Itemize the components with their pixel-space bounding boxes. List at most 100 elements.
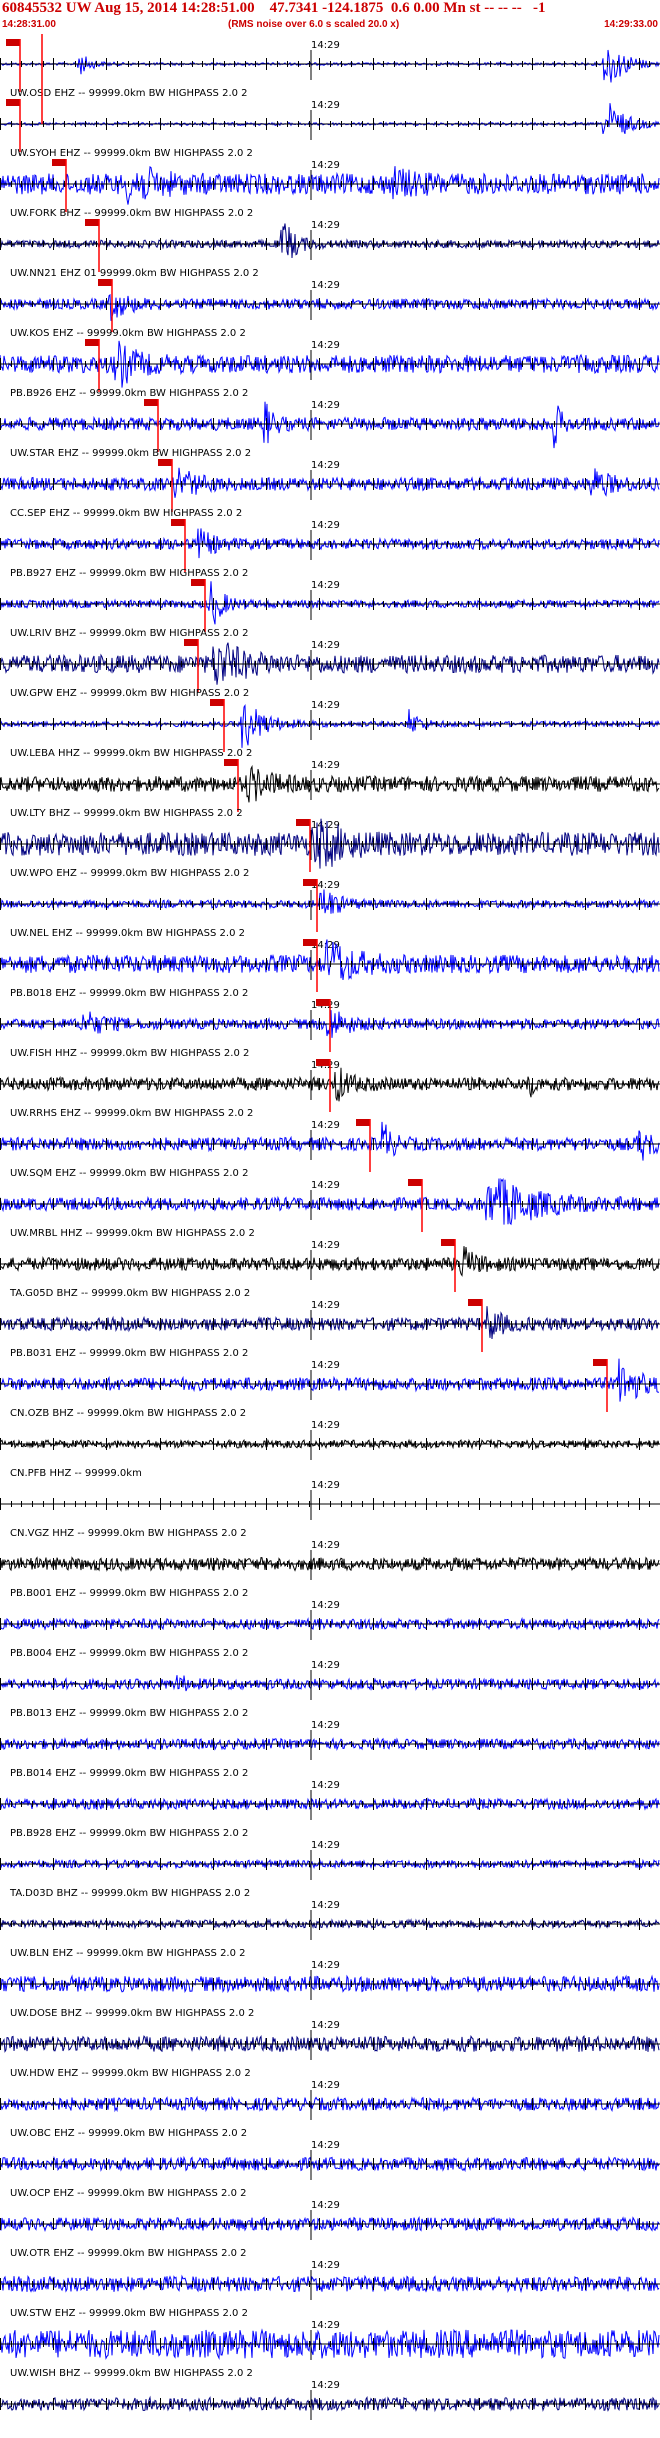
trace-label: PB.B004 EHZ -- 99999.0km BW HIGHPASS 2.0…: [10, 1648, 248, 1659]
minute-label: 14:29: [311, 1780, 340, 1791]
waveform: [0, 293, 660, 321]
trace-label: UW.LRIV BHZ -- 99999.0km BW HIGHPASS 2.0…: [10, 628, 248, 639]
trace-row: UW.SQM EHZ -- 99999.0km BW HIGHPASS 2.0 …: [0, 1168, 660, 1232]
trace-label: UW.WPO EHZ -- 99999.0km BW HIGHPASS 2.0 …: [10, 868, 249, 879]
pick-marker: [224, 759, 238, 766]
trace-label: UW.KOS EHZ -- 99999.0km BW HIGHPASS 2.0 …: [10, 328, 246, 339]
trace-label: PB.B001 EHZ -- 99999.0km BW HIGHPASS 2.0…: [10, 1588, 248, 1599]
pick-marker: [171, 519, 185, 526]
trace-label: UW.RRHS EHZ -- 99999.0km BW HIGHPASS 2.0…: [10, 1108, 253, 1119]
minute-label: 14:29: [311, 1480, 340, 1491]
trace-label: UW.OBC EHZ -- 99999.0km BW HIGHPASS 2.0 …: [10, 2128, 247, 2139]
pick-marker: [191, 579, 205, 586]
trace-row: CN.PFB HHZ -- 99999.0km 14:29: [0, 1468, 660, 1520]
trace-label: UW.FORK BHZ -- 99999.0km BW HIGHPASS 2.0…: [10, 208, 253, 219]
pick-marker: [85, 219, 99, 226]
pick-marker: [144, 399, 158, 406]
trace-row: UW.OSD EHZ -- 99999.0km BW HIGHPASS 2.0 …: [0, 88, 660, 152]
minute-label: 14:29: [311, 820, 340, 831]
trace-label: UW.HDW EHZ -- 99999.0km BW HIGHPASS 2.0 …: [10, 2068, 251, 2079]
trace-label: UW.LEBA HHZ -- 99999.0km BW HIGHPASS 2.0…: [10, 748, 252, 759]
pick-marker: [98, 279, 112, 286]
minute-label: 14:29: [311, 400, 340, 411]
trace-row: UW.OTR EHZ -- 99999.0km BW HIGHPASS 2.0 …: [0, 2248, 660, 2300]
trace-row: PB.B926 EHZ -- 99999.0km BW HIGHPASS 2.0…: [0, 388, 660, 452]
waveform: [0, 764, 660, 803]
trace-row: PB.B004 EHZ -- 99999.0km BW HIGHPASS 2.0…: [0, 1648, 660, 1700]
pick-marker: [184, 639, 198, 646]
trace-row: PB.B018 EHZ -- 99999.0km BW HIGHPASS 2.0…: [0, 988, 660, 1052]
trace-label: CN.PFB HHZ -- 99999.0km: [10, 1468, 142, 1479]
minute-label: 14:29: [311, 340, 340, 351]
trace-label: PB.B031 EHZ -- 99999.0km BW HIGHPASS 2.0…: [10, 1348, 248, 1359]
trace-row: UW.RRHS EHZ -- 99999.0km BW HIGHPASS 2.0…: [0, 1108, 660, 1172]
minute-label: 14:29: [311, 760, 340, 771]
minute-label: 14:29: [311, 2140, 340, 2151]
trace-row: UW.FORK BHZ -- 99999.0km BW HIGHPASS 2.0…: [0, 208, 660, 272]
minute-label: 14:29: [311, 220, 340, 231]
trace-label: UW.WISH BHZ -- 99999.0km BW HIGHPASS 2.0…: [10, 2368, 253, 2379]
trace-row: UW.FISH HHZ -- 99999.0km BW HIGHPASS 2.0…: [0, 1048, 660, 1112]
trace-row: UW.SYOH EHZ -- 99999.0km BW HIGHPASS 2.0…: [0, 148, 660, 212]
trace-row: UW.LTY BHZ -- 99999.0km BW HIGHPASS 2.0 …: [0, 808, 660, 872]
pick-marker: [158, 459, 172, 466]
trace-row: CC.SEP EHZ -- 99999.0km BW HIGHPASS 2.0 …: [0, 508, 660, 572]
minute-label: 14:29: [311, 1840, 340, 1851]
trace-row: UW.LEBA HHZ -- 99999.0km BW HIGHPASS 2.0…: [0, 748, 660, 812]
minute-label: 14:29: [311, 1240, 340, 1251]
minute-label: 14:29: [311, 1900, 340, 1911]
trace-label: UW.NEL EHZ -- 99999.0km BW HIGHPASS 2.0 …: [10, 928, 245, 939]
trace-label: CN.OZB BHZ -- 99999.0km BW HIGHPASS 2.0 …: [10, 1408, 246, 1419]
trace-row: PB.B014 EHZ -- 99999.0km BW HIGHPASS 2.0…: [0, 1768, 660, 1820]
pick-marker: [316, 999, 330, 1006]
trace-row: UW.OCP EHZ -- 99999.0km BW HIGHPASS 2.0 …: [0, 2188, 660, 2240]
trace-row: UW.WPO EHZ -- 99999.0km BW HIGHPASS 2.0 …: [0, 868, 660, 932]
pick-marker: [52, 159, 66, 166]
minute-label: 14:29: [311, 1600, 340, 1611]
minute-label: 14:29: [311, 1120, 340, 1131]
trace-row: UW.BLN EHZ -- 99999.0km BW HIGHPASS 2.0 …: [0, 1948, 660, 2000]
pick-marker: [303, 879, 317, 886]
trace-row: UW.HDW EHZ -- 99999.0km BW HIGHPASS 2.0 …: [0, 2068, 660, 2120]
trace-row: UW.MRBL HHZ -- 99999.0km BW HIGHPASS 2.0…: [0, 1228, 660, 1292]
trace-row: UW.NEL EHZ -- 99999.0km BW HIGHPASS 2.0 …: [0, 928, 660, 992]
trace-label: UW.LTY BHZ -- 99999.0km BW HIGHPASS 2.0 …: [10, 808, 243, 819]
waveform: [0, 165, 660, 205]
minute-label: 14:29: [311, 1540, 340, 1551]
trace-label: UW.MRBL HHZ -- 99999.0km BW HIGHPASS 2.0…: [10, 1228, 255, 1239]
pick-marker: [593, 1359, 607, 1366]
pick-marker: [408, 1179, 422, 1186]
waveform: [0, 528, 660, 559]
rms-note: (RMS noise over 6.0 s scaled 20.0 x): [228, 19, 400, 30]
trace-label: PB.B014 EHZ -- 99999.0km BW HIGHPASS 2.0…: [10, 1768, 248, 1779]
minute-label: 14:29: [311, 1660, 340, 1671]
minute-label: 14:29: [311, 2320, 340, 2331]
minute-label: 14:29: [311, 520, 340, 531]
minute-label: 14:29: [311, 640, 340, 651]
trace-label: TA.G05D BHZ -- 99999.0km BW HIGHPASS 2.0…: [9, 1288, 250, 1299]
minute-label: 14:29: [311, 1180, 340, 1191]
trace-row: UW.LRIV BHZ -- 99999.0km BW HIGHPASS 2.0…: [0, 628, 660, 692]
trace-label: UW.DOSE BHZ -- 99999.0km BW HIGHPASS 2.0…: [10, 2008, 254, 2019]
pick-marker: [303, 939, 317, 946]
trace-row: CN.OZB BHZ -- 99999.0km BW HIGHPASS 2.0 …: [0, 1408, 660, 1460]
seismogram-plot: 14:29 UW.OSD EHZ -- 99999.0km BW HIGHPASS…: [0, 34, 660, 2420]
trace-row: UW.NN21 EHZ 01 99999.0km BW HIGHPASS 2.0…: [0, 268, 660, 332]
start-time: 14:28:31.00: [2, 19, 56, 30]
trace-label: PB.B927 EHZ -- 99999.0km BW HIGHPASS 2.0…: [10, 568, 248, 579]
minute-label: 14:29: [311, 160, 340, 171]
pick-marker: [468, 1299, 482, 1306]
minute-label: 14:29: [311, 1960, 340, 1971]
waveform: [0, 704, 660, 748]
minute-label: 14:29: [311, 1300, 340, 1311]
trace-label: UW.BLN EHZ -- 99999.0km BW HIGHPASS 2.0 …: [10, 1948, 246, 1959]
waveform: [0, 1306, 659, 1340]
trace-label: TA.D03D BHZ -- 99999.0km BW HIGHPASS 2.0…: [9, 1888, 250, 1899]
trace-label: UW.OSD EHZ -- 99999.0km BW HIGHPASS 2.0 …: [10, 88, 248, 99]
minute-label: 14:29: [311, 580, 340, 591]
trace-label: UW.SQM EHZ -- 99999.0km BW HIGHPASS 2.0 …: [10, 1168, 248, 1179]
trace-row: PB.B031 EHZ -- 99999.0km BW HIGHPASS 2.0…: [0, 1348, 660, 1412]
pick-marker: [6, 39, 20, 46]
minute-label: 14:29: [311, 460, 340, 471]
trace-row: UW.GPW EHZ -- 99999.0km BW HIGHPASS 2.0 …: [0, 688, 660, 752]
